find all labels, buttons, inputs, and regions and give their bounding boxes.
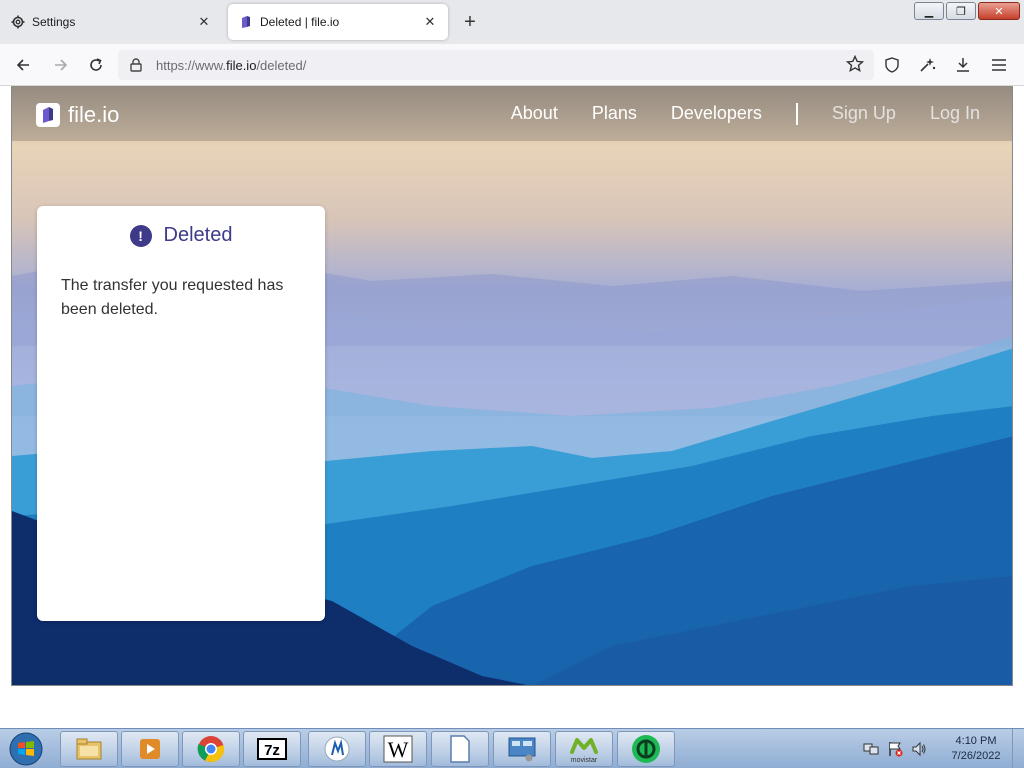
nav-developers[interactable]: Developers xyxy=(671,103,762,124)
back-arrow-icon xyxy=(16,59,29,71)
action-center-icon[interactable] xyxy=(886,740,904,758)
fileio-favicon-icon xyxy=(238,14,254,30)
svg-text:W: W xyxy=(388,737,409,762)
nav-plans[interactable]: Plans xyxy=(592,103,637,124)
volume-icon[interactable] xyxy=(910,740,928,758)
nav-about[interactable]: About xyxy=(511,103,558,124)
site-header: file.io About Plans Developers Sign Up L… xyxy=(12,86,1012,141)
site-logo[interactable]: file.io xyxy=(36,102,119,128)
tab-strip: Settings ✕ Deleted | file.io ✕ + ▁ ❐ ✕ xyxy=(0,0,1024,44)
green-app-icon[interactable] xyxy=(617,731,675,767)
svg-text:7z: 7z xyxy=(264,742,280,759)
system-tray: 4:10 PM 7/26/2022 xyxy=(862,729,1024,768)
extensions-icon[interactable] xyxy=(915,52,941,78)
notepad-icon[interactable] xyxy=(431,731,489,767)
reload-icon xyxy=(90,58,102,71)
site-nav: About Plans Developers Sign Up Log In xyxy=(511,86,1012,141)
back-button[interactable] xyxy=(10,52,36,78)
forward-arrow-icon xyxy=(55,59,68,71)
card-message: The transfer you requested has been dele… xyxy=(61,277,284,318)
start-button[interactable] xyxy=(4,731,48,767)
alert-icon: ! xyxy=(129,224,152,247)
windows-start-icon xyxy=(9,732,43,766)
download-icon[interactable] xyxy=(950,52,976,78)
page-viewport: file.io About Plans Developers Sign Up L… xyxy=(11,86,1013,686)
card-header: ! Deleted xyxy=(37,224,325,247)
wordpad-icon[interactable]: W xyxy=(369,731,427,767)
address-bar[interactable]: https://www.file.io/deleted/ xyxy=(118,50,874,80)
clock-date: 7/26/2022 xyxy=(951,750,1001,762)
media-player-icon[interactable] xyxy=(121,731,179,767)
explorer-icon[interactable] xyxy=(60,731,118,767)
restore-button[interactable]: ❐ xyxy=(946,2,976,20)
nav-divider xyxy=(795,102,798,125)
nav-log-in[interactable]: Log In xyxy=(930,103,980,124)
chrome-icon[interactable] xyxy=(182,731,240,767)
close-window-button[interactable]: ✕ xyxy=(978,2,1020,20)
nav-bar: https://www.file.io/deleted/ xyxy=(0,44,1024,86)
reload-button[interactable] xyxy=(83,52,109,78)
app-icon[interactable] xyxy=(308,731,366,767)
gear-icon xyxy=(10,14,26,30)
lock-icon xyxy=(122,58,150,72)
hamburger-menu-icon[interactable] xyxy=(986,52,1012,78)
forward-button[interactable] xyxy=(48,52,74,78)
shield-icon[interactable] xyxy=(879,52,905,78)
taskbar: 7z W movistar 4:10 PM 7/26/2022 xyxy=(0,728,1024,768)
tab-label: Deleted | file.io xyxy=(260,15,340,29)
control-panel-icon[interactable] xyxy=(493,731,551,767)
close-tab-icon[interactable]: ✕ xyxy=(194,12,214,32)
movistar-icon[interactable]: movistar xyxy=(555,731,613,767)
7zip-icon[interactable]: 7z xyxy=(243,731,301,767)
url-text: https://www.file.io/deleted/ xyxy=(156,57,307,73)
minimize-button[interactable]: ▁ xyxy=(914,2,944,20)
tab-label: Settings xyxy=(32,15,76,29)
network-icon[interactable] xyxy=(862,740,880,758)
logo-text: file.io xyxy=(68,102,120,127)
svg-text:movistar: movistar xyxy=(571,757,598,764)
tab-fileio[interactable]: Deleted | file.io ✕ xyxy=(228,4,448,40)
fileio-logo-icon xyxy=(36,103,60,127)
bookmark-star-icon[interactable] xyxy=(845,54,865,78)
window-controls: ▁ ❐ ✕ xyxy=(914,2,1020,20)
nav-sign-up[interactable]: Sign Up xyxy=(832,103,896,124)
tab-settings[interactable]: Settings ✕ xyxy=(0,4,222,40)
clock-time: 4:10 PM xyxy=(955,735,997,747)
new-tab-button[interactable]: + xyxy=(458,10,482,34)
close-tab-icon[interactable]: ✕ xyxy=(420,12,440,32)
show-desktop-button[interactable] xyxy=(1012,729,1024,768)
clock[interactable]: 4:10 PM 7/26/2022 xyxy=(940,734,1012,764)
deleted-card: ! Deleted The transfer you requested has… xyxy=(37,206,325,621)
card-title: Deleted xyxy=(163,224,233,246)
